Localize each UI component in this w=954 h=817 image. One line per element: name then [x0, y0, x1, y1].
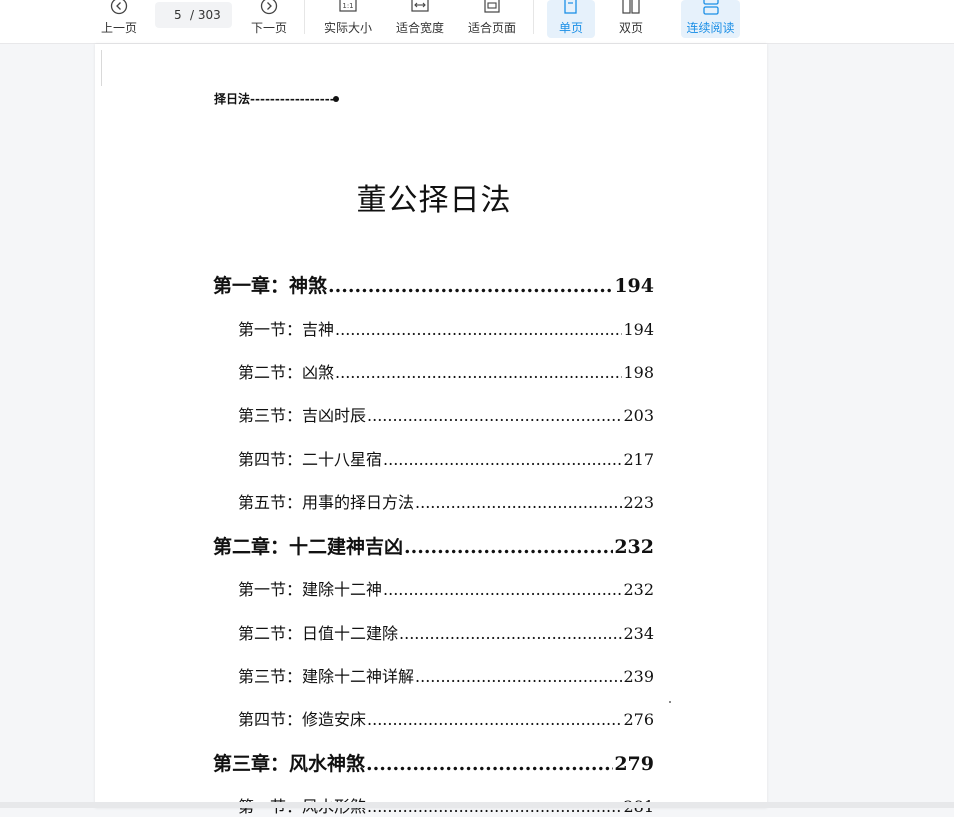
fit-page-icon [484, 0, 500, 13]
toc-leader-dots [367, 710, 622, 729]
toc-entry-label: 第二节：日值十二建除 [238, 624, 399, 643]
continuous-scroll-icon [703, 0, 719, 15]
chevron-right-circle-icon [260, 0, 278, 15]
document-page: 择日法----------------- 董公择日法 第一章：神煞 194 第一… [95, 44, 767, 816]
toc-leader-dots [335, 320, 622, 339]
toc-entry-section[interactable]: 第一节：建除十二神 232 [238, 576, 654, 600]
toc-entry-page: 194 [614, 275, 654, 297]
toc-entry-label: 第四节：二十八星宿 [238, 450, 383, 469]
document-title: 董公择日法 [356, 183, 512, 218]
toc-entry-page: 198 [623, 363, 654, 382]
toc-entry-label: 第三章：风水神煞 [213, 753, 366, 775]
toc-entry-label: 第一节：吉神 [238, 320, 335, 339]
next-page-label: 下一页 [250, 21, 287, 35]
toc-entry-page: 234 [623, 624, 654, 643]
toc-entry-chapter[interactable]: 第二章：十二建神吉凶 232 [213, 532, 654, 559]
prev-page-button[interactable]: 上一页 [98, 0, 140, 40]
double-page-label: 双页 [618, 21, 643, 35]
toc-entry-label: 第一节：建除十二神 [238, 580, 383, 599]
actual-size-button[interactable]: 1:1 实际大小 [321, 0, 375, 40]
single-page-button[interactable]: 单页 [547, 0, 595, 38]
continuous-reading-button[interactable]: 连续阅读 [681, 0, 740, 38]
document-viewport[interactable]: 择日法----------------- 董公择日法 第一章：神煞 194 第一… [0, 44, 954, 816]
toc-entry-section[interactable]: 第五节：用事的择日方法 223 [238, 489, 654, 513]
toc-entry-chapter[interactable]: 第三章：风水神煞 279 [213, 749, 654, 776]
toc-entry-label: 第四节：修造安床 [238, 710, 367, 729]
toc-entry-page: 279 [614, 753, 654, 775]
single-page-icon [564, 0, 577, 14]
toc-entry-label: 第二章：十二建神吉凶 [213, 536, 404, 558]
toc-entry-page: 203 [623, 406, 654, 425]
fit-page-label: 适合页面 [467, 21, 516, 35]
toolbar-divider [533, 0, 534, 34]
fit-width-icon [411, 0, 429, 12]
toc-entry-page: 239 [623, 667, 654, 686]
toc-entry-chapter[interactable]: 第一章：神煞 194 [213, 271, 654, 298]
actual-size-icon: 1:1 [339, 0, 357, 12]
page-speck [669, 701, 671, 703]
toc-leader-dots [367, 406, 622, 425]
current-page-value[interactable]: 5 [174, 8, 182, 22]
chevron-left-circle-icon [110, 0, 128, 15]
horizontal-scrollbar[interactable] [0, 802, 954, 808]
running-header: 择日法----------------- [214, 92, 335, 106]
toc-entry-section[interactable]: 第三节：吉凶时辰 203 [238, 402, 654, 426]
toc-leader-dots [366, 753, 613, 775]
single-page-label: 单页 [558, 21, 583, 35]
toc-leader-dots [404, 536, 613, 558]
actual-size-icon-text: 1:1 [342, 2, 353, 10]
toc-leader-dots [415, 493, 622, 512]
continuous-reading-label: 连续阅读 [686, 21, 735, 35]
toc-entry-section[interactable]: 第四节：修造安床 276 [238, 706, 654, 730]
page-gutter-mark [101, 50, 102, 86]
toc-leader-dots [383, 450, 622, 469]
toc-entry-label: 第一章：神煞 [213, 275, 328, 297]
fit-page-button[interactable]: 适合页面 [465, 0, 519, 40]
toc-entry-section[interactable]: 第四节：二十八星宿 217 [238, 446, 654, 470]
header-bullet-dot [333, 96, 339, 102]
toc-leader-dots [335, 363, 622, 382]
total-pages-label: / 303 [190, 8, 221, 22]
toc-entry-page: 232 [623, 580, 654, 599]
toc-entry-section[interactable]: 第二节：凶煞 198 [238, 359, 654, 383]
toc-entry-page: 232 [614, 536, 654, 558]
toc-leader-dots [383, 580, 622, 599]
prev-page-label: 上一页 [100, 21, 137, 35]
toc-entry-page: 194 [623, 320, 654, 339]
toc-entry-label: 第三节：建除十二神详解 [238, 667, 415, 686]
actual-size-label: 实际大小 [323, 21, 372, 35]
toc-entry-page: 223 [623, 493, 654, 512]
fit-width-label: 适合宽度 [395, 21, 444, 35]
toc-leader-dots [328, 275, 613, 297]
fit-width-button[interactable]: 适合宽度 [393, 0, 447, 40]
toc-entry-section[interactable]: 第一节：吉神 194 [238, 316, 654, 340]
toc-leader-dots [399, 624, 622, 643]
toc-entry-section[interactable]: 第三节：建除十二神详解 239 [238, 663, 654, 687]
next-page-button[interactable]: 下一页 [248, 0, 290, 40]
toc-entry-page: 276 [623, 710, 654, 729]
toc-entry-label: 第五节：用事的择日方法 [238, 493, 415, 512]
page-number-input[interactable]: 5 / 303 [155, 2, 232, 28]
toc-entry-section[interactable]: 第二节：日值十二建除 234 [238, 620, 654, 644]
toc-entry-label: 第二节：凶煞 [238, 363, 335, 382]
viewer-toolbar: 上一页 5 / 303 下一页 1:1 实际大小 适合宽度 适合页面 单页 双页… [0, 0, 954, 44]
toc-entry-page: 217 [623, 450, 654, 469]
toc-entry-label: 第三节：吉凶时辰 [238, 406, 367, 425]
double-page-icon [622, 0, 640, 14]
double-page-button[interactable]: 双页 [607, 0, 655, 40]
toc-leader-dots [415, 667, 622, 686]
toolbar-divider [304, 0, 305, 34]
